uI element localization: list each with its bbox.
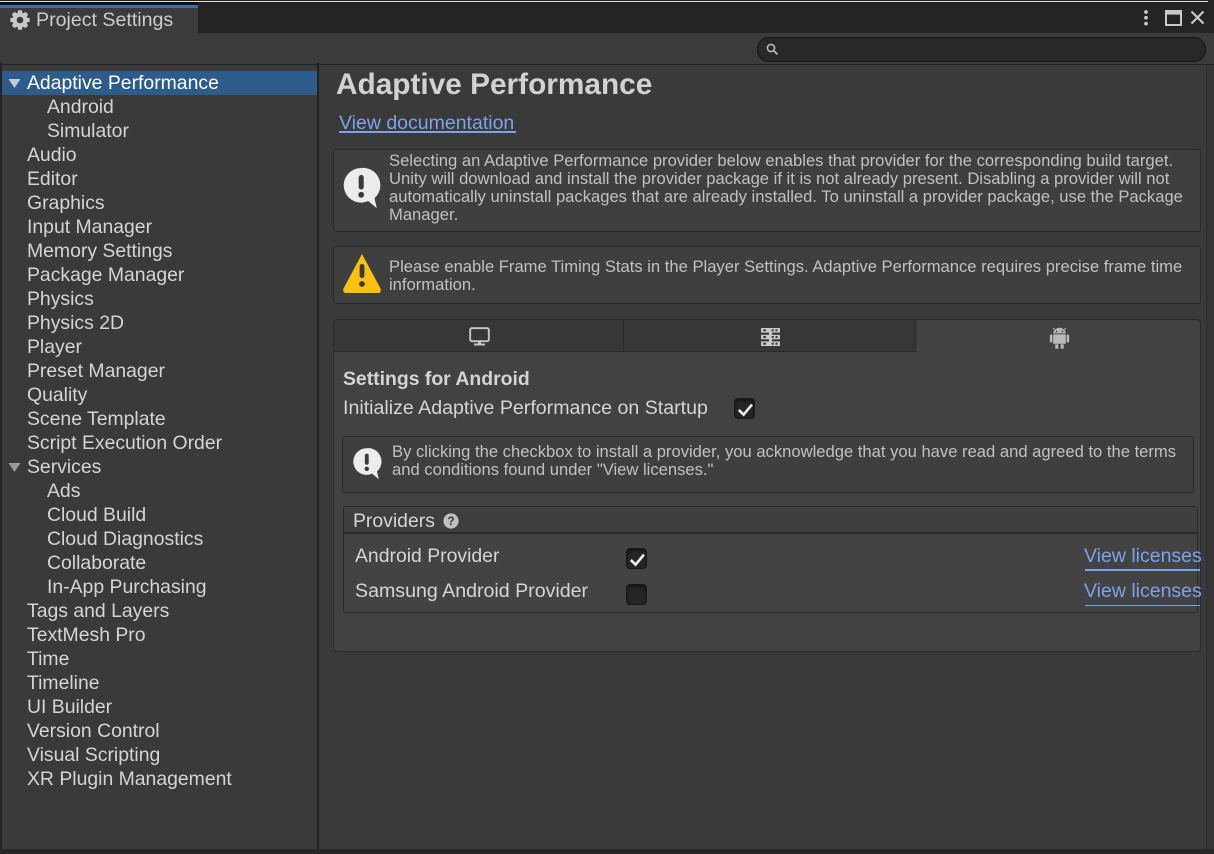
svg-text:?: ? [447,516,454,528]
